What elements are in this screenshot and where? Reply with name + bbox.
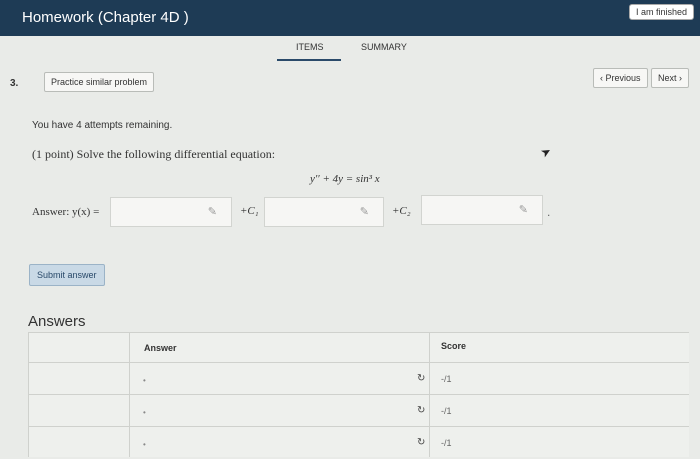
- page-title: Homework (Chapter 4D ): [22, 9, 189, 26]
- tab-items[interactable]: ITEMS: [296, 42, 324, 52]
- question-number: 3.: [10, 78, 19, 89]
- mouse-cursor-icon: ➤: [538, 143, 554, 161]
- question-prompt: (1 point) Solve the following differenti…: [32, 147, 276, 161]
- answers-table: Answer Score • ↻ -/1 • ↻ -/1 • ↻ -/1: [28, 332, 689, 457]
- next-button[interactable]: Next ›: [651, 68, 690, 88]
- answer-input-1[interactable]: ✎: [110, 197, 232, 227]
- attempts-remaining: You have 4 attempts remaining.: [32, 120, 173, 131]
- pencil-icon[interactable]: ✎: [360, 205, 369, 218]
- score-value: -/1: [441, 438, 452, 448]
- practice-similar-button[interactable]: Practice similar problem: [44, 72, 155, 92]
- column-header-answer: Answer: [144, 343, 177, 353]
- retry-icon[interactable]: ↻: [417, 373, 425, 384]
- answer-input-2[interactable]: ✎: [264, 197, 384, 227]
- table-row: • ↻ -/1: [29, 395, 689, 427]
- tab-summary[interactable]: SUMMARY: [361, 42, 407, 52]
- active-tab-indicator: [277, 59, 341, 61]
- submit-answer-button[interactable]: Submit answer: [29, 264, 105, 286]
- finished-button[interactable]: I am finished: [628, 4, 694, 20]
- table-row: • ↻ -/1: [29, 427, 689, 459]
- constant-c1-label: +C₁: [240, 205, 259, 217]
- top-bar: Homework (Chapter 4D ) I am finished: [0, 0, 700, 36]
- constant-c2-label: +C₂: [392, 205, 411, 217]
- answer-bullet: •: [143, 408, 146, 417]
- retry-icon[interactable]: ↻: [417, 405, 425, 416]
- tab-bar: ITEMS SUMMARY: [0, 40, 700, 64]
- answer-bullet: •: [143, 376, 146, 385]
- answer-input-3[interactable]: ✎: [421, 195, 543, 225]
- pencil-icon[interactable]: ✎: [519, 203, 528, 216]
- pencil-icon[interactable]: ✎: [208, 205, 217, 218]
- previous-button[interactable]: ‹ Previous: [593, 68, 648, 88]
- retry-icon[interactable]: ↻: [417, 437, 425, 448]
- differential-equation: y′′ + 4y = sin³ x: [310, 173, 380, 185]
- answers-heading: Answers: [28, 313, 86, 330]
- answer-bullet: •: [143, 440, 146, 449]
- answer-label: Answer: y(x) =: [32, 206, 100, 218]
- trailing-period: .: [547, 205, 551, 219]
- table-row: • ↻ -/1: [29, 363, 689, 395]
- score-value: -/1: [441, 374, 452, 384]
- score-value: -/1: [441, 406, 452, 416]
- column-header-score: Score: [441, 341, 467, 351]
